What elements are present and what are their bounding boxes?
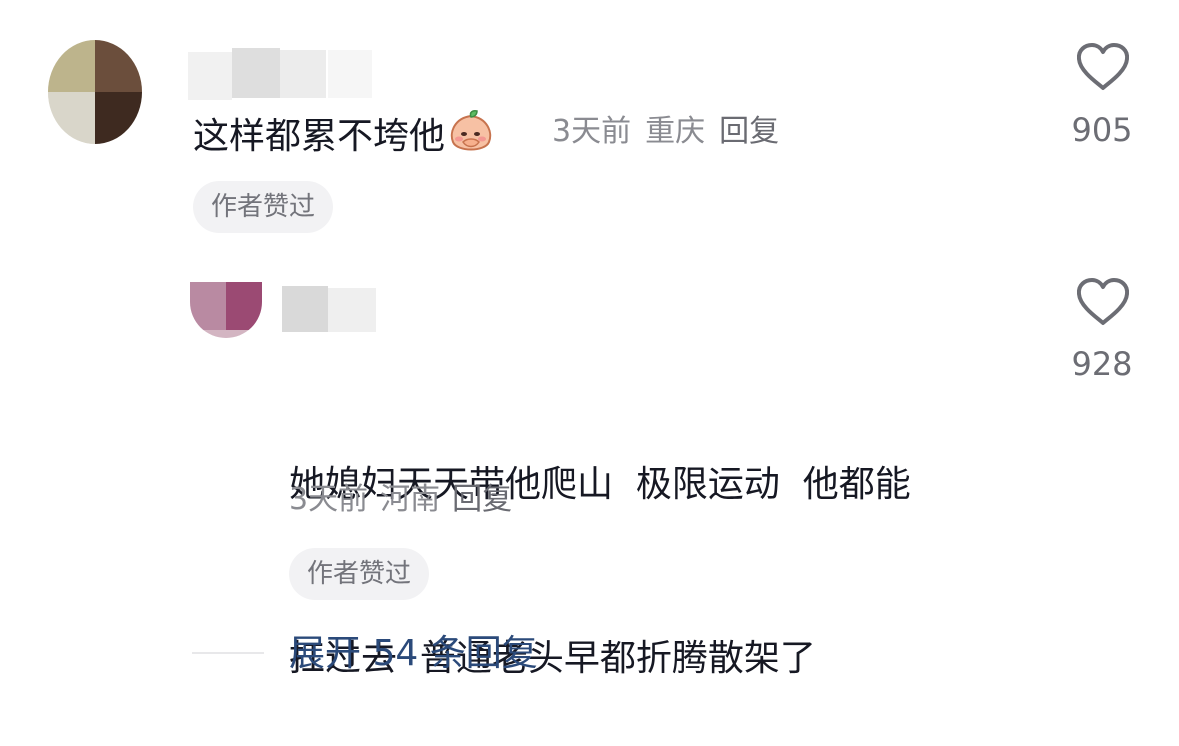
avatar[interactable] [48,40,142,144]
reply-username-blurred[interactable] [282,284,376,332]
comment-meta: 3天前 重庆 回复 [552,112,779,152]
heart-icon[interactable] [1075,277,1131,327]
reply-reply-button[interactable]: 回复 [452,482,512,517]
reply-time: 3天前 [289,482,369,517]
username-blurred[interactable] [188,44,373,100]
reply-meta: 3天前 河南 回复 [289,480,512,520]
author-liked-badge: 作者赞过 [193,181,334,233]
expand-replies-button[interactable]: 展开 54 条回复 [289,631,538,677]
comment-time: 3天前 [552,114,632,149]
shy-peach-emoji-icon [450,110,492,151]
like-count: 905 [1071,111,1133,149]
heart-icon[interactable] [1075,42,1131,92]
reply-text: 她媳妇天天带他爬山 极限运动 他都能 扛过去 普通老头早都折腾散架了 [289,340,1009,746]
reply-avatar[interactable] [190,282,262,338]
comment-location: 重庆 [645,114,706,149]
reply-location: 河南 [380,482,441,517]
reply-button[interactable]: 回复 [719,114,779,149]
author-liked-badge: 作者赞过 [289,548,430,600]
reply-like-count: 928 [1071,345,1133,383]
comment-body: 这样都累不垮他 [193,116,446,157]
expand-divider [192,652,264,654]
comment-text: 这样都累不垮他 [193,108,495,160]
